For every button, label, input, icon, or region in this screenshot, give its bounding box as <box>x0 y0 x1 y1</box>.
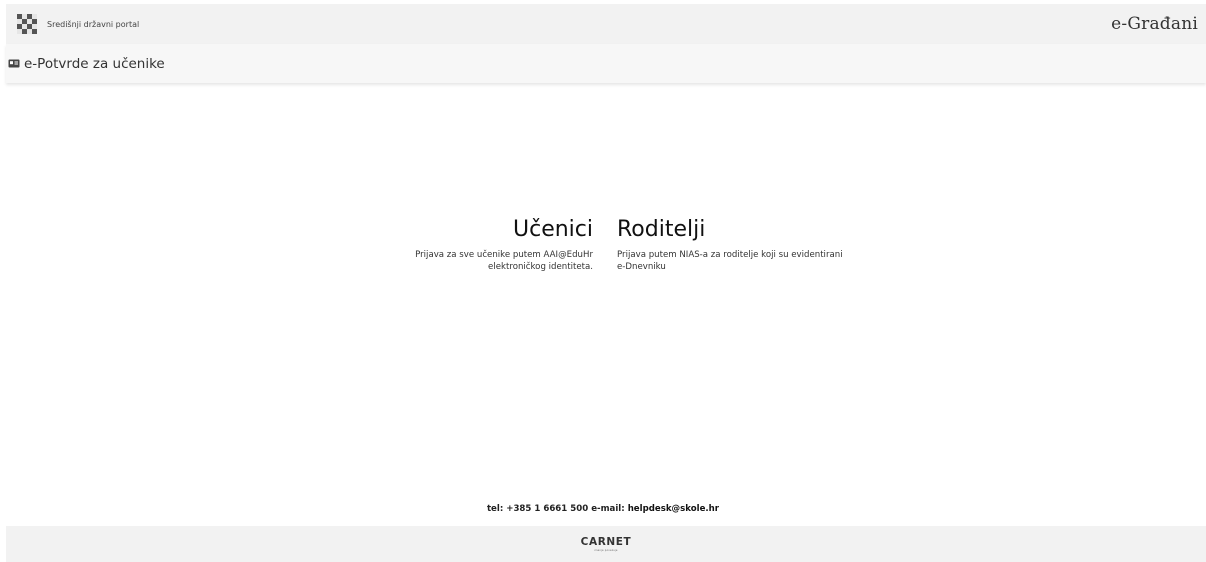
contact-phone: tel: +385 1 6661 500 <box>486 504 589 514</box>
login-options: Učenici Prijava za sve učenike putem AAI… <box>0 215 1206 295</box>
carnet-logo-text: CARNET <box>580 536 632 548</box>
egradani-brand-link[interactable]: e-Građani <box>1111 14 1198 34</box>
parents-description-line2: e-Dnevniku <box>617 262 666 272</box>
portal-link[interactable]: Središnji državni portal <box>14 14 139 34</box>
students-description: Prijava za sve učenike putem AAI@EduHr e… <box>353 249 593 273</box>
footer: CARNET znanje povezuje <box>6 526 1206 562</box>
carnet-tagline: znanje povezuje <box>594 549 618 552</box>
portal-name: Središnji državni portal <box>47 19 140 29</box>
contact-email-label: e-mail: <box>591 504 625 514</box>
students-description-line1: Prijava za sve učenike putem AAI@EduHr <box>415 250 593 260</box>
app-header: e-Potvrde za učenike <box>6 44 1206 83</box>
carnet-logo[interactable]: CARNET <box>581 536 632 548</box>
contact-info: tel: +385 1 6661 500 e-mail: helpdesk@sk… <box>0 504 1206 514</box>
parents-login-option[interactable]: Roditelji Prijava putem NIAS-a za rodite… <box>617 215 897 273</box>
students-login-option[interactable]: Učenici Prijava za sve učenike putem AAI… <box>353 215 593 273</box>
helpdesk-email-link[interactable]: helpdesk@skole.hr <box>628 504 719 514</box>
students-description-line2: elektroničkog identiteta. <box>488 262 593 272</box>
parents-description: Prijava putem NIAS-a za roditelje koji s… <box>617 249 897 273</box>
top-bar: Središnji državni portal e-Građani <box>6 4 1206 44</box>
croatian-checkerboard-icon <box>17 14 37 34</box>
app-title: e-Potvrde za učenike <box>24 55 165 72</box>
students-title: Učenici <box>513 217 593 242</box>
parents-title: Roditelji <box>617 217 706 242</box>
id-card-icon <box>8 59 20 68</box>
parents-description-line1: Prijava putem NIAS-a za roditelje koji s… <box>617 250 843 260</box>
